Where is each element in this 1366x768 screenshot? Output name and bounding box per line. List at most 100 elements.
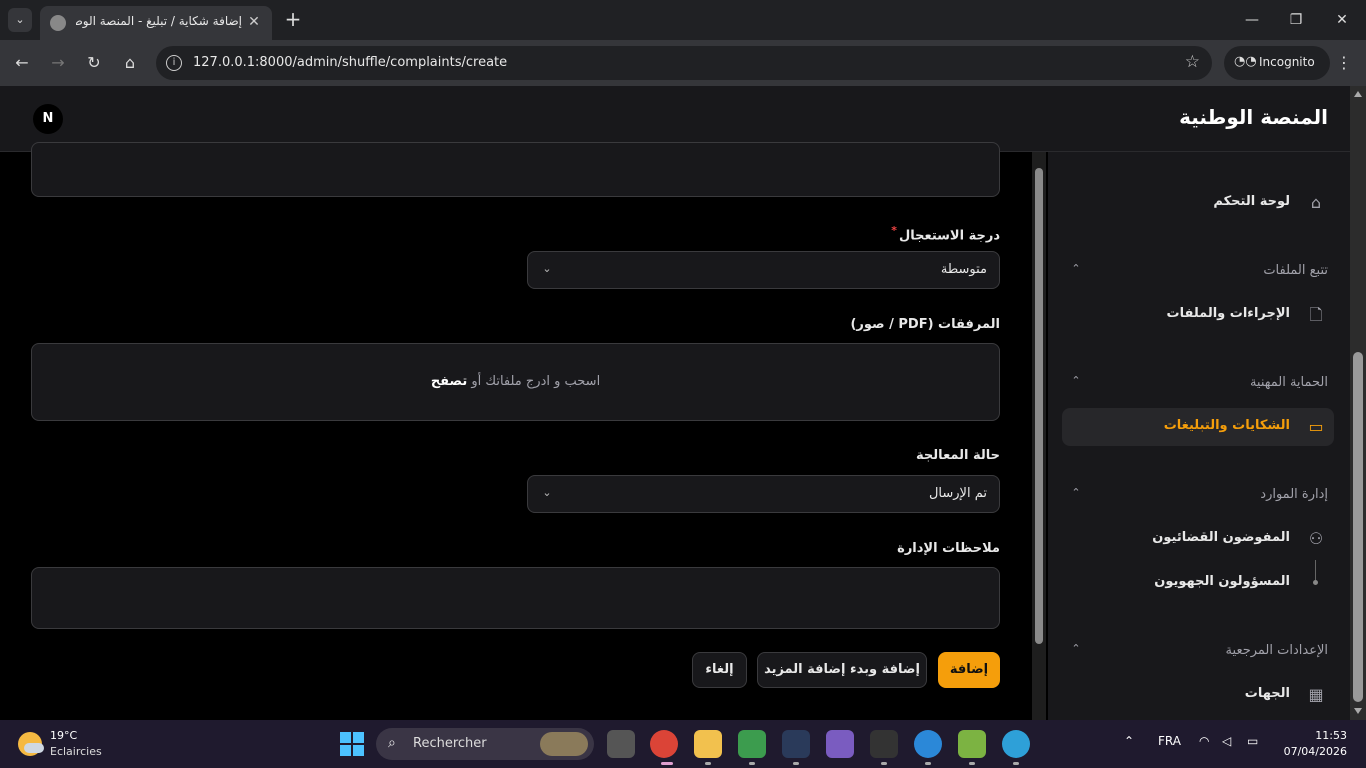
cancel-button[interactable]: إلغاء (692, 652, 747, 688)
incognito-icon: ◔◔ (1234, 54, 1257, 69)
status-select[interactable]: تم الإرسال ⌄ (527, 475, 1000, 513)
sidebar-item-label: المسؤولون الجهويون (1154, 574, 1290, 589)
sidebar-item-label: لوحة التحكم (1213, 194, 1290, 209)
search-highlight-icon (540, 732, 588, 756)
sidebar-item-label: الجهات (1244, 686, 1290, 701)
sidebar-item-regional-officers[interactable]: المسؤولون الجهويون (1062, 564, 1334, 602)
tray-chevron-up-icon[interactable]: ⌃ (1124, 734, 1134, 748)
map-icon: ▦ (1308, 685, 1324, 704)
sidebar-item-bailiffs[interactable]: ⚇ المفوضون القضائيون (1062, 520, 1334, 558)
required-marker: * (891, 224, 897, 237)
notepad-plus-icon[interactable] (738, 730, 766, 758)
status-value: تم الإرسال (928, 486, 987, 501)
forward-icon[interactable]: → (45, 50, 71, 76)
taskbar-search-placeholder: Rechercher (413, 736, 487, 751)
clock-date: 07/04/2026 (1283, 745, 1347, 758)
chevron-up-icon[interactable]: ⌃ (1068, 641, 1084, 657)
previous-textarea[interactable] (31, 142, 1000, 197)
taskbar-search[interactable]: ⌕ Rechercher (376, 728, 594, 760)
urgency-label-text: درجة الاستعجال (898, 228, 1000, 244)
tab-title: إضافة شكاية / تبليغ - المنصة الوطنية (76, 14, 242, 28)
app-indicator (925, 762, 931, 765)
clock-time: 11:53 (1315, 729, 1347, 742)
sidebar-group-file-tracking[interactable]: تتبع الملفات ⌃ (1068, 259, 1328, 283)
restore-icon[interactable]: ❐ (1284, 8, 1308, 32)
volume-icon[interactable]: ◁ (1222, 734, 1231, 748)
language-indicator[interactable]: FRA (1158, 734, 1181, 748)
sidebar-item-complaints[interactable]: ▭ الشكايات والتبليغات (1062, 408, 1334, 446)
app-indicator (1013, 762, 1019, 765)
browse-link[interactable]: تصفح (431, 374, 467, 389)
system-clock[interactable]: 11:53 07/04/2026 (1283, 728, 1347, 760)
chevron-up-icon[interactable]: ⌃ (1068, 485, 1084, 501)
window-close-icon[interactable]: ✕ (1330, 8, 1354, 32)
page-scrollbar-thumb[interactable] (1353, 352, 1363, 702)
sidebar-group-resources[interactable]: إدارة الموارد ⌃ (1068, 483, 1328, 507)
sidebar-group-protection[interactable]: الحماية المهنية ⌃ (1068, 371, 1328, 395)
bookmark-star-icon[interactable]: ☆ (1185, 52, 1200, 72)
site-info-icon[interactable]: i (166, 55, 182, 71)
tab-search-icon[interactable]: ⌄ (8, 8, 32, 32)
windows-taskbar: 19°C Eclaircies ⌕ Rechercher ⌃ FRA ◠ ◁ ▭… (0, 720, 1366, 768)
incognito-badge[interactable]: ◔◔ Incognito (1224, 46, 1330, 80)
status-label: حالة المعالجة (916, 448, 1000, 463)
home-icon: ⌂ (1310, 193, 1322, 212)
wifi-icon[interactable]: ◠ (1199, 734, 1209, 748)
brand-title[interactable]: المنصة الوطنية (1179, 105, 1328, 129)
mysql-icon[interactable] (914, 730, 942, 758)
create-button[interactable]: إضافة (938, 652, 1000, 688)
new-tab-button[interactable]: + (282, 8, 304, 30)
arch-icon[interactable] (782, 730, 810, 758)
browser-menu-icon[interactable]: ⋮ (1336, 50, 1352, 76)
browser-tab[interactable]: إضافة شكاية / تبليغ - المنصة الوطنية ✕ (40, 6, 272, 40)
chevron-up-icon[interactable]: ⌃ (1068, 373, 1084, 389)
terminal-icon[interactable] (870, 730, 898, 758)
minimize-icon[interactable]: — (1240, 8, 1264, 32)
weather-icon[interactable] (18, 732, 44, 756)
app-indicator (793, 762, 799, 765)
home-icon[interactable]: ⌂ (117, 50, 143, 76)
chevron-down-icon: ⌄ (542, 262, 552, 275)
url-text[interactable]: 127.0.0.1:8000/admin/shuffle/complaints/… (193, 55, 507, 70)
close-icon[interactable]: ✕ (244, 12, 264, 32)
chevron-up-icon[interactable]: ⌃ (1068, 261, 1084, 277)
content-scrollbar[interactable] (1032, 152, 1046, 720)
sidebar-item-procedures[interactable]: 🗋 الإجراءات والملفات (1062, 296, 1334, 334)
scroll-up-icon[interactable] (1354, 91, 1362, 97)
task-view-icon[interactable] (607, 730, 635, 758)
urgency-select[interactable]: متوسطة ⌄ (527, 251, 1000, 289)
sidebar-item-dashboard[interactable]: ⌂ لوحة التحكم (1062, 184, 1334, 222)
weather-temp[interactable]: 19°C (50, 729, 77, 742)
notes-textarea[interactable] (31, 567, 1000, 629)
back-icon[interactable]: ← (9, 50, 35, 76)
create-another-button[interactable]: إضافة وبدء إضافة المزيد (757, 652, 927, 688)
file-explorer-icon[interactable] (694, 730, 722, 758)
address-bar[interactable]: i 127.0.0.1:8000/admin/shuffle/complaint… (156, 46, 1212, 80)
user-avatar[interactable]: N (33, 104, 63, 134)
sidebar-group-label: الإعدادات المرجعية (1225, 643, 1328, 658)
windows-start-icon[interactable] (340, 732, 364, 756)
dropzone-text: اسحب و ادرج ملفاتك أو (471, 374, 601, 389)
incognito-label: Incognito (1259, 55, 1315, 69)
battery-icon[interactable]: ▭ (1247, 734, 1258, 748)
weather-desc[interactable]: Eclaircies (50, 745, 102, 758)
content-scrollbar-thumb[interactable] (1035, 168, 1043, 644)
sidebar-group-label: إدارة الموارد (1260, 487, 1328, 502)
scroll-down-icon[interactable] (1354, 708, 1362, 714)
reload-icon[interactable]: ↻ (81, 50, 107, 76)
page-scrollbar[interactable] (1350, 86, 1366, 720)
sidebar-item-label: الشكايات والتبليغات (1163, 418, 1290, 433)
app-indicator (969, 762, 975, 765)
git-icon[interactable] (826, 730, 854, 758)
sidebar-group-settings[interactable]: الإعدادات المرجعية ⌃ (1068, 639, 1328, 663)
laragon-icon[interactable] (958, 730, 986, 758)
browser-toolbar: ← → ↻ ⌂ i 127.0.0.1:8000/admin/shuffle/c… (0, 40, 1366, 86)
sidebar-item-regions[interactable]: ▦ الجهات (1062, 676, 1334, 714)
attachments-dropzone[interactable]: اسحب و ادرج ملفاتك أو تصفح (31, 343, 1000, 421)
chrome-icon[interactable] (650, 730, 678, 758)
sidebar-group-label: تتبع الملفات (1263, 263, 1328, 278)
paint-icon[interactable] (1002, 730, 1030, 758)
app-indicator (705, 762, 711, 765)
urgency-label: درجة الاستعجال* (891, 224, 1000, 243)
users-icon: ⚇ (1308, 529, 1324, 548)
